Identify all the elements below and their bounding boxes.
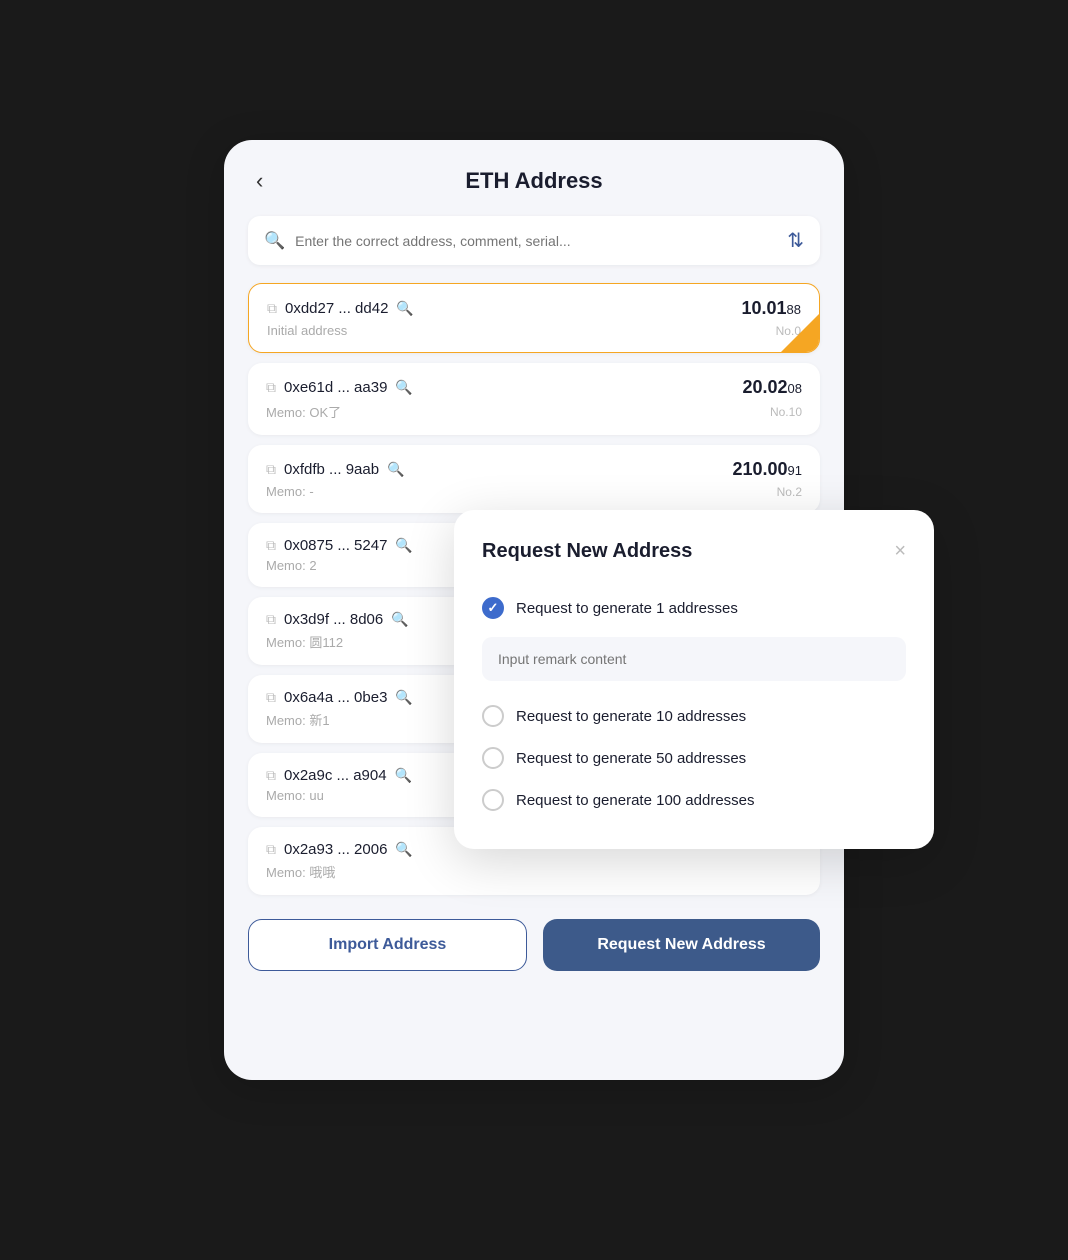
address-text: 0x3d9f ... 8d06 <box>284 611 383 628</box>
radio-label: Request to generate 100 addresses <box>516 792 755 809</box>
memo-text: Memo: 圆112 <box>266 632 343 651</box>
request-new-address-button[interactable]: Request New Address <box>543 919 820 971</box>
radio-circle <box>482 789 504 811</box>
address-search-icon[interactable]: 🔍 <box>391 611 408 628</box>
radio-circle: ✓ <box>482 597 504 619</box>
radio-check-icon: ✓ <box>488 600 499 616</box>
address-search-icon[interactable]: 🔍 <box>395 689 412 706</box>
main-container: ‹ ETH Address 🔍 ⇅ ⧉ 0xdd27 ... dd42 🔍 10… <box>194 140 874 1120</box>
address-search-icon[interactable]: 🔍 <box>387 461 404 478</box>
back-button[interactable]: ‹ <box>248 164 271 198</box>
copy-icon[interactable]: ⧉ <box>266 611 276 628</box>
address-item[interactable]: ⧉ 0xfdfb ... 9aab 🔍 210.0091 Memo: - No.… <box>248 445 820 513</box>
filter-icon[interactable]: ⇅ <box>787 228 804 253</box>
radio-circle <box>482 705 504 727</box>
radio-option[interactable]: ✓ Request to generate 1 addresses <box>482 587 906 629</box>
copy-icon[interactable]: ⧉ <box>266 767 276 784</box>
memo-text: Memo: uu <box>266 788 324 803</box>
amount-main: 20.0208 <box>742 377 802 397</box>
search-icon: 🔍 <box>264 231 285 251</box>
radio-label: Request to generate 10 addresses <box>516 708 746 725</box>
address-search-icon[interactable]: 🔍 <box>396 300 413 317</box>
address-text: 0xfdfb ... 9aab <box>284 461 379 478</box>
address-text: 0x6a4a ... 0be3 <box>284 689 387 706</box>
address-text: 0xe61d ... aa39 <box>284 379 387 396</box>
address-item[interactable]: ⧉ 0xdd27 ... dd42 🔍 10.0188 Initial addr… <box>248 283 820 353</box>
radio-label: Request to generate 50 addresses <box>516 750 746 767</box>
copy-icon[interactable]: ⧉ <box>267 300 277 317</box>
memo-text: Memo: 2 <box>266 558 317 573</box>
address-search-icon[interactable]: 🔍 <box>395 767 412 784</box>
active-indicator <box>781 314 819 352</box>
radio-option[interactable]: Request to generate 50 addresses <box>482 737 906 779</box>
radio-label: Request to generate 1 addresses <box>516 600 738 617</box>
copy-icon[interactable]: ⧉ <box>266 841 276 858</box>
modal-header: Request New Address × <box>482 540 906 563</box>
address-text: 0x2a93 ... 2006 <box>284 841 387 858</box>
address-text: 0x2a9c ... a904 <box>284 767 387 784</box>
amount-main: 210.0091 <box>732 459 802 479</box>
copy-icon[interactable]: ⧉ <box>266 689 276 706</box>
memo-text: Memo: 新1 <box>266 710 330 729</box>
copy-icon[interactable]: ⧉ <box>266 461 276 478</box>
memo-text: Memo: - <box>266 484 314 499</box>
import-address-button[interactable]: Import Address <box>248 919 527 971</box>
remark-input[interactable] <box>482 637 906 681</box>
address-no: No.10 <box>770 405 802 419</box>
search-bar: 🔍 ⇅ <box>248 216 820 265</box>
search-input[interactable] <box>295 233 777 249</box>
modal-title: Request New Address <box>482 540 692 563</box>
header: ‹ ETH Address <box>248 168 820 194</box>
modal-close-button[interactable]: × <box>894 540 906 563</box>
address-search-icon[interactable]: 🔍 <box>395 537 412 554</box>
page-title: ETH Address <box>465 168 602 194</box>
copy-icon[interactable]: ⧉ <box>266 379 276 396</box>
address-search-icon[interactable]: 🔍 <box>395 379 412 396</box>
address-search-icon[interactable]: 🔍 <box>395 841 412 858</box>
request-new-address-modal: Request New Address × ✓ Request to gener… <box>454 510 934 849</box>
radio-option[interactable]: Request to generate 100 addresses <box>482 779 906 821</box>
radio-option[interactable]: Request to generate 10 addresses <box>482 695 906 737</box>
modal-options: ✓ Request to generate 1 addresses Reques… <box>482 587 906 821</box>
copy-icon[interactable]: ⧉ <box>266 537 276 554</box>
memo-text: Memo: OK了 <box>266 402 341 421</box>
address-text: 0x0875 ... 5247 <box>284 537 387 554</box>
radio-circle <box>482 747 504 769</box>
address-item[interactable]: ⧉ 0xe61d ... aa39 🔍 20.0208 Memo: OK了 No… <box>248 363 820 435</box>
bottom-buttons: Import Address Request New Address <box>248 919 820 971</box>
memo-text: Memo: 哦哦 <box>266 862 335 881</box>
memo-text: Initial address <box>267 323 347 338</box>
address-text: 0xdd27 ... dd42 <box>285 300 388 317</box>
address-no: No.2 <box>777 485 802 499</box>
